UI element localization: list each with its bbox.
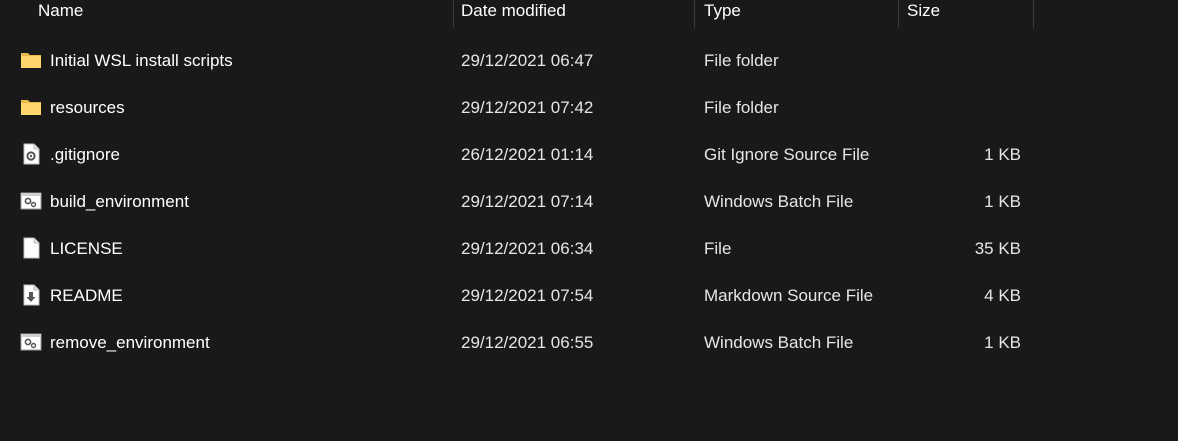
- file-name: remove_environment: [50, 333, 210, 352]
- folder-icon: [20, 49, 42, 71]
- file-size: 1 KB: [984, 192, 1021, 211]
- file-name: resources: [50, 98, 125, 117]
- column-header-type[interactable]: Type: [696, 0, 899, 28]
- file-type: Windows Batch File: [704, 192, 854, 211]
- column-header-size-label: Size: [907, 1, 941, 20]
- column-header-type-label: Type: [704, 1, 741, 20]
- column-header-name[interactable]: Name: [30, 0, 454, 28]
- file-type: File folder: [704, 51, 779, 70]
- column-header-row: Name Date modified Type Size: [0, 0, 1178, 28]
- file-name: README: [50, 286, 123, 305]
- folder-icon: [20, 96, 42, 118]
- column-header-date-label: Date modified: [461, 1, 566, 20]
- file-row[interactable]: resources 29/12/2021 07:42 File folder: [0, 84, 1178, 131]
- column-header-size[interactable]: Size: [899, 0, 1034, 28]
- file-row[interactable]: .gitignore 26/12/2021 01:14 Git Ignore Sou…: [0, 131, 1178, 178]
- file-name: LICENSE: [50, 239, 123, 258]
- batch-file-icon: [20, 331, 42, 353]
- file-date-modified: 29/12/2021 06:55: [461, 333, 594, 352]
- file-size: 1 KB: [984, 145, 1021, 164]
- column-divider[interactable]: [1033, 0, 1034, 28]
- file-size: 35 KB: [974, 239, 1021, 258]
- file-row[interactable]: Initial WSL install scripts 29/12/2021 06…: [0, 37, 1178, 84]
- file-list: Initial WSL install scripts 29/12/2021 06…: [0, 37, 1178, 366]
- file-size: 4 KB: [984, 286, 1021, 305]
- file-date-modified: 29/12/2021 06:47: [461, 51, 594, 70]
- file-date-modified: 29/12/2021 07:54: [461, 286, 594, 305]
- file-explorer-details-view: Name Date modified Type Size Initial WSL…: [0, 0, 1178, 441]
- file-row[interactable]: build_environment 29/12/2021 07:14 Windows…: [0, 178, 1178, 225]
- file-name: .gitignore: [50, 145, 120, 164]
- file-date-modified: 29/12/2021 06:34: [461, 239, 594, 258]
- file-type: File: [704, 239, 732, 258]
- batch-file-icon: [20, 190, 42, 212]
- file-type: Windows Batch File: [704, 333, 854, 352]
- file-row[interactable]: LICENSE 29/12/2021 06:34 File 35 KB: [0, 225, 1178, 272]
- file-name: build_environment: [50, 192, 189, 211]
- file-type: File folder: [704, 98, 779, 117]
- file-size: 1 KB: [984, 333, 1021, 352]
- gear-file-icon: [20, 143, 42, 165]
- blank-file-icon: [20, 237, 42, 259]
- file-date-modified: 29/12/2021 07:42: [461, 98, 594, 117]
- column-header-date-modified[interactable]: Date modified: [453, 0, 695, 28]
- column-header-name-label: Name: [38, 1, 84, 20]
- file-name: Initial WSL install scripts: [50, 51, 233, 70]
- file-row[interactable]: README 29/12/2021 07:54 Markdown Source Fi…: [0, 272, 1178, 319]
- column-divider[interactable]: [694, 0, 695, 28]
- file-date-modified: 26/12/2021 01:14: [461, 145, 594, 164]
- file-type: Markdown Source File: [704, 286, 874, 305]
- file-row[interactable]: remove_environment 29/12/2021 06:55 Window…: [0, 319, 1178, 366]
- file-date-modified: 29/12/2021 07:14: [461, 192, 594, 211]
- markdown-file-icon: [20, 284, 42, 306]
- file-type: Git Ignore Source File: [704, 145, 870, 164]
- file-size: [900, 84, 1021, 131]
- file-size: [900, 37, 1021, 84]
